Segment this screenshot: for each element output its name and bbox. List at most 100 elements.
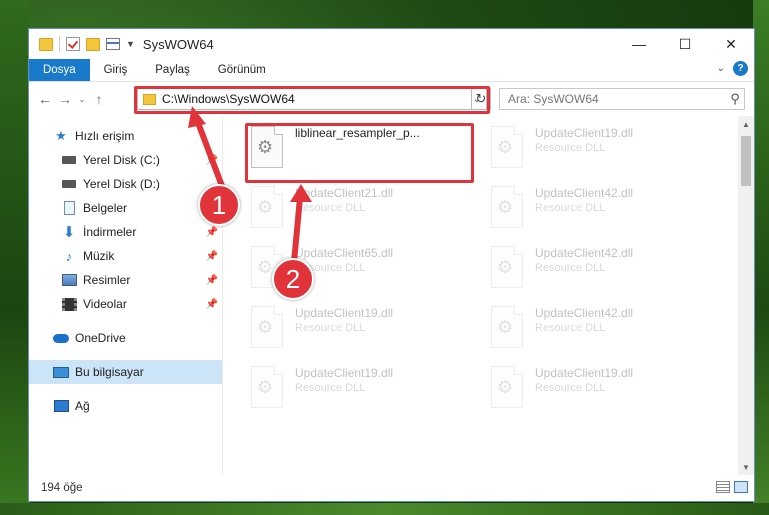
sidebar-item-pictures[interactable]: Resimler 📌 xyxy=(29,268,222,292)
expand-ribbon-chevron-icon[interactable]: ⌄ xyxy=(717,63,725,74)
desktop-background-bottom xyxy=(0,503,769,515)
item-count: 194 öğe xyxy=(41,482,83,494)
recent-locations-chevron-icon[interactable]: ⌄ xyxy=(75,94,89,105)
file-type: Resource DLL xyxy=(535,382,606,394)
sidebar-item-downloads[interactable]: ⬇ İndirmeler 📌 xyxy=(29,220,222,244)
sidebar-item-label: Hızlı erişim xyxy=(75,129,135,143)
file-type: Resource DLL xyxy=(295,202,366,214)
sidebar-item-local-disk-c[interactable]: Yerel Disk (C:) 📌 xyxy=(29,148,222,172)
file-name: UpdateClient19.dll xyxy=(295,306,394,320)
document-icon xyxy=(61,201,77,215)
video-icon xyxy=(61,297,77,311)
scroll-up-icon[interactable]: ▲ xyxy=(738,116,754,132)
dll-file-icon xyxy=(491,126,523,168)
tiles-view-icon[interactable] xyxy=(734,481,748,493)
file-name: UpdateClient65.dll xyxy=(295,246,394,260)
tab-share[interactable]: Paylaş xyxy=(141,59,204,81)
sidebar-item-onedrive[interactable]: OneDrive xyxy=(29,326,222,350)
sidebar-item-local-disk-d[interactable]: Yerel Disk (D:) xyxy=(29,172,222,196)
drive-icon xyxy=(61,177,77,191)
address-bar-highlight xyxy=(134,86,490,114)
close-button[interactable]: ✕ xyxy=(708,29,754,59)
toolbar-separator xyxy=(59,36,60,52)
sidebar-item-network[interactable]: Ağ xyxy=(29,394,222,418)
quick-access-toolbar: ▼ xyxy=(29,36,135,52)
sidebar-item-label: İndirmeler xyxy=(83,225,137,239)
step-badge-2: 2 xyxy=(272,258,314,300)
download-icon: ⬇ xyxy=(62,224,76,241)
file-tile[interactable]: UpdateClient42.dll Resource DLL xyxy=(491,180,716,238)
network-icon xyxy=(53,399,69,413)
pin-icon[interactable]: 📌 xyxy=(206,227,218,238)
file-tile[interactable]: UpdateClient19.dll Resource DLL xyxy=(491,360,716,418)
properties-check-icon[interactable] xyxy=(66,37,80,51)
computer-icon xyxy=(53,365,69,379)
file-name: UpdateClient42.dll xyxy=(535,246,634,260)
help-icon[interactable]: ? xyxy=(733,61,748,76)
sidebar-item-label: Yerel Disk (D:) xyxy=(83,177,160,191)
file-tile[interactable]: UpdateClient19.dll Resource DLL xyxy=(251,360,476,418)
step-badge-1: 1 xyxy=(198,184,240,226)
dll-file-icon xyxy=(491,366,523,408)
tab-home[interactable]: Giriş xyxy=(90,59,142,81)
desktop-background-left xyxy=(0,0,30,515)
sidebar-item-documents[interactable]: Belgeler 📌 xyxy=(29,196,222,220)
sidebar-item-this-pc[interactable]: Bu bilgisayar xyxy=(29,360,222,384)
maximize-button[interactable]: ☐ xyxy=(662,29,708,59)
search-input[interactable]: Ara: SysWOW64 xyxy=(500,92,726,106)
view-toggle xyxy=(716,481,748,493)
pin-icon[interactable]: 📌 xyxy=(206,299,218,310)
minimize-button[interactable]: — xyxy=(616,29,662,59)
scroll-down-icon[interactable]: ▼ xyxy=(738,459,754,475)
customize-toolbar-dropdown-icon[interactable]: ▼ xyxy=(126,39,135,49)
window-controls: — ☐ ✕ xyxy=(616,29,754,59)
sidebar-item-label: Resimler xyxy=(83,273,131,287)
back-arrow-icon[interactable]: ← xyxy=(35,91,55,107)
sidebar-item-label: OneDrive xyxy=(75,331,126,345)
star-icon: ★ xyxy=(55,128,67,143)
dll-file-icon xyxy=(491,186,523,228)
dll-file-icon xyxy=(491,306,523,348)
dll-file-icon xyxy=(251,366,283,408)
dll-file-icon xyxy=(251,306,283,348)
properties-icon[interactable] xyxy=(106,38,120,50)
file-type: Resource DLL xyxy=(535,142,606,154)
file-type: Resource DLL xyxy=(535,202,606,214)
details-view-icon[interactable] xyxy=(716,481,730,493)
new-folder-icon[interactable] xyxy=(86,37,100,51)
sidebar-item-label: Belgeler xyxy=(83,201,128,215)
sidebar-item-videos[interactable]: Videolar 📌 xyxy=(29,292,222,316)
file-name: UpdateClient19.dll xyxy=(535,126,634,140)
file-tile[interactable]: UpdateClient42.dll Resource DLL xyxy=(491,300,716,358)
sidebar-item-label: Videolar xyxy=(83,297,127,311)
search-icon[interactable]: ⚲ xyxy=(726,91,744,107)
pin-icon[interactable]: 📌 xyxy=(206,155,218,166)
file-tile[interactable]: UpdateClient42.dll Resource DLL xyxy=(491,240,716,298)
file-highlight xyxy=(245,123,474,183)
file-name: UpdateClient19.dll xyxy=(535,366,634,380)
tab-file[interactable]: Dosya xyxy=(29,59,90,81)
file-tile[interactable]: UpdateClient21.dll Resource DLL xyxy=(251,180,476,238)
desktop-background-right xyxy=(753,0,769,515)
music-icon: ♪ xyxy=(65,248,73,264)
vertical-scrollbar[interactable]: ▲ ▼ xyxy=(738,116,754,475)
sidebar-item-quick-access[interactable]: ★ Hızlı erişim xyxy=(29,124,222,148)
drive-icon xyxy=(61,153,77,167)
file-tile[interactable]: UpdateClient19.dll Resource DLL xyxy=(491,120,716,178)
folder-icon xyxy=(39,37,53,51)
sidebar-item-label: Müzik xyxy=(83,249,115,263)
dll-file-icon xyxy=(251,186,283,228)
tab-view[interactable]: Görünüm xyxy=(204,59,280,81)
sidebar-item-music[interactable]: ♪ Müzik 📌 xyxy=(29,244,222,268)
pin-icon[interactable]: 📌 xyxy=(206,251,218,262)
file-name: UpdateClient19.dll xyxy=(295,366,394,380)
up-arrow-icon[interactable]: ↑ xyxy=(89,91,109,107)
scrollbar-thumb[interactable] xyxy=(741,136,751,186)
file-tile[interactable]: UpdateClient19.dll Resource DLL xyxy=(251,300,476,358)
forward-arrow-icon[interactable]: → xyxy=(55,91,75,107)
search-box[interactable]: Ara: SysWOW64 ⚲ xyxy=(499,88,745,110)
pin-icon[interactable]: 📌 xyxy=(206,275,218,286)
file-name: UpdateClient21.dll xyxy=(295,186,394,200)
file-type: Resource DLL xyxy=(295,382,366,394)
cloud-icon xyxy=(53,331,69,345)
